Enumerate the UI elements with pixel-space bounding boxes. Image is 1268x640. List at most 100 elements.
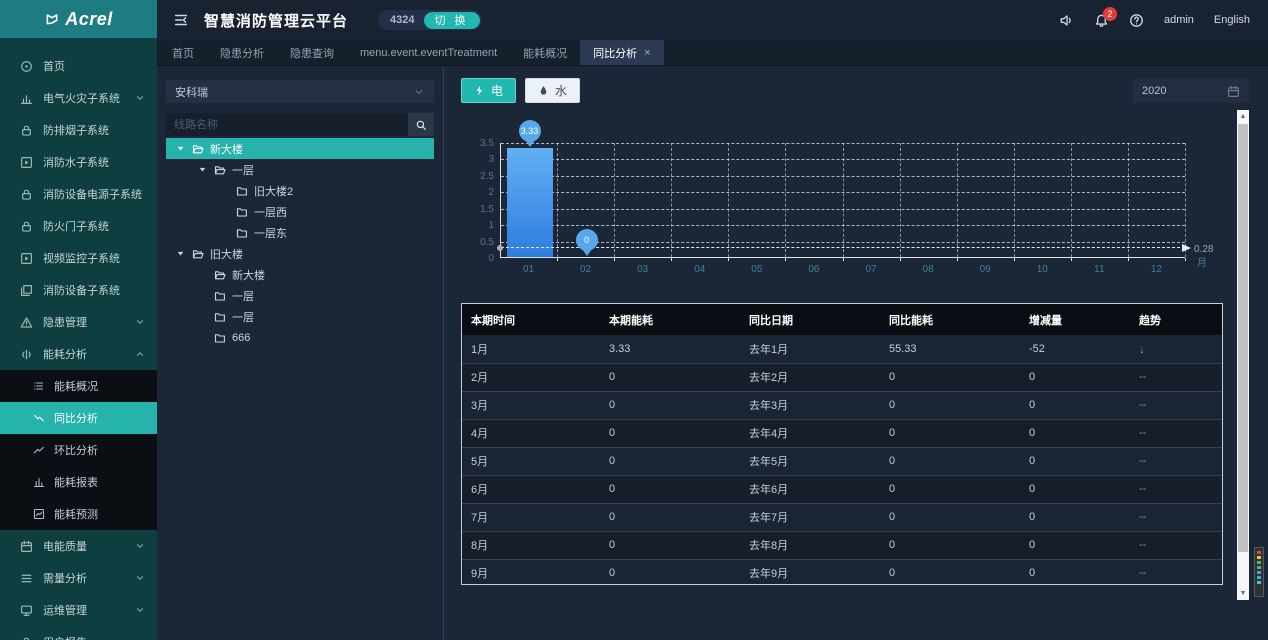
tree-node-label: 旧大楼2 (254, 183, 293, 199)
tree-node[interactable]: 新大楼 (166, 138, 434, 159)
trend-flat-text: -- (1139, 427, 1146, 439)
switch-project-button[interactable]: 切 换 (424, 12, 480, 29)
table-cell: 0 (1020, 419, 1130, 447)
year-picker[interactable]: 2020 (1133, 79, 1249, 103)
sidebar-subitem-yoy-analysis[interactable]: 同比分析 (0, 402, 157, 434)
caret-down-icon[interactable] (176, 249, 186, 258)
folder-closed-icon (214, 332, 226, 344)
tree-node[interactable]: 旧大楼 (166, 243, 434, 264)
speaker-icon[interactable] (1059, 13, 1074, 28)
sidebar-item-energy-analysis[interactable]: 能耗分析 (0, 338, 157, 370)
sidebar-subitem-label: 同比分析 (54, 410, 98, 426)
sidebar-item-home[interactable]: 首页 (0, 50, 157, 82)
x-tick-mark (1014, 258, 1015, 261)
tree-node[interactable]: 一层西 (166, 201, 434, 222)
y-tick-label: 3 (462, 154, 494, 165)
sidebar-subitem-energy-overview[interactable]: 能耗概况 (0, 370, 157, 402)
tree-node[interactable]: 一层 (166, 285, 434, 306)
tab-yoy-analysis[interactable]: 同比分析× (580, 40, 663, 65)
electric-toggle-button[interactable]: 电 (461, 78, 516, 103)
table-row: 6月0去年6月00-- (462, 475, 1222, 503)
sidebar-subitem-mom-analysis[interactable]: 环比分析 (0, 434, 157, 466)
scroll-down-button[interactable]: ▼ (1237, 587, 1249, 600)
tab-energy-overview[interactable]: 能耗概况 (510, 40, 580, 65)
tree-node[interactable]: 666 (166, 327, 434, 348)
lock-icon (20, 636, 33, 640)
menu-fold-icon[interactable] (173, 12, 189, 28)
sidebar-item-fire-equipment-subsystem[interactable]: 消防设备子系统 (0, 274, 157, 306)
sidebar-item-power-quality[interactable]: 电能质量 (0, 530, 157, 562)
sidebar-item-operation-management[interactable]: 运维管理 (0, 594, 157, 626)
table-header-row: 本期时间本期能耗同比日期同比能耗增减量趋势 (462, 304, 1222, 335)
tree-node[interactable]: 一层 (166, 159, 434, 180)
search-button[interactable] (408, 113, 434, 136)
table-cell: ↓ (1130, 335, 1222, 363)
tab-close-icon[interactable]: × (644, 47, 650, 59)
x-tick-mark (614, 258, 615, 261)
tab-event-treatment[interactable]: menu.event.eventTreatment (347, 40, 510, 65)
electric-label: 电 (491, 82, 503, 99)
user-menu[interactable]: admin (1164, 14, 1194, 26)
sidebar-item-hazard-management[interactable]: 隐患管理 (0, 306, 157, 338)
chevron-down-icon (135, 93, 145, 103)
caret-down-icon[interactable] (198, 165, 208, 174)
y-tick-label: 2 (462, 187, 494, 198)
table-cell: 0 (880, 559, 1020, 585)
tree-node[interactable]: 一层 (166, 306, 434, 327)
table-cell: 0 (1020, 363, 1130, 391)
language-switcher[interactable]: English (1214, 14, 1250, 26)
tab-hazard-query[interactable]: 隐患查询 (277, 40, 347, 65)
notifications-bell[interactable]: 2 (1094, 13, 1109, 28)
table-cell: 去年6月 (740, 475, 880, 503)
search-input[interactable] (166, 113, 408, 136)
acrel-logo-icon (44, 11, 60, 27)
tree-node[interactable]: 一层东 (166, 222, 434, 243)
x-tick-label: 10 (1014, 264, 1071, 275)
table-cell: 6月 (462, 475, 600, 503)
scroll-up-button[interactable]: ▲ (1237, 110, 1249, 123)
company-select[interactable]: 安科瑞 (166, 80, 434, 103)
sidebar-item-electrical-fire-subsystem[interactable]: 电气火灾子系统 (0, 82, 157, 114)
water-toggle-button[interactable]: 水 (525, 78, 580, 103)
sidebar-item-video-monitoring-subsystem[interactable]: 视频监控子系统 (0, 242, 157, 274)
bar-icon (33, 476, 45, 488)
y-tick-label: 3.5 (462, 138, 494, 149)
year-value: 2020 (1142, 85, 1166, 97)
scrollbar-thumb[interactable] (1238, 124, 1248, 552)
sidebar-item-fire-door-subsystem[interactable]: 防火门子系统 (0, 210, 157, 242)
trend-down-arrow-icon: ↓ (1139, 342, 1145, 356)
tree-node[interactable]: 旧大楼2 (166, 180, 434, 201)
gridline-v (1128, 143, 1129, 257)
table-cell: -- (1130, 531, 1222, 559)
folder-closed-icon (236, 206, 248, 218)
sidebar-subitem-energy-report[interactable]: 能耗报表 (0, 466, 157, 498)
chevron-down-icon (135, 317, 145, 327)
x-tick-label: 01 (500, 264, 557, 275)
table-cell: 0 (600, 503, 740, 531)
caret-down-icon[interactable] (176, 144, 186, 153)
sidebar-item-demand-analysis[interactable]: 需量分析 (0, 562, 157, 594)
sidebar-item-label: 能耗分析 (43, 346, 87, 362)
sidebar-menu: 首页电气火灾子系统防排烟子系统消防水子系统消防设备电源子系统防火门子系统视频监控… (0, 38, 157, 640)
table-cell: 去年8月 (740, 531, 880, 559)
tab-home[interactable]: 首页 (159, 40, 207, 65)
table-cell: -- (1130, 363, 1222, 391)
vertical-scrollbar[interactable]: ▲ ▼ (1237, 110, 1249, 600)
sidebar-item-smoke-extraction-subsystem[interactable]: 防排烟子系统 (0, 114, 157, 146)
tab-hazard-analysis[interactable]: 隐患分析 (207, 40, 277, 65)
table-cell: 0 (600, 447, 740, 475)
average-line-start-dot (497, 245, 503, 251)
sidebar-item-fire-water-subsystem[interactable]: 消防水子系统 (0, 146, 157, 178)
x-tick-label: 09 (957, 264, 1014, 275)
warning-icon (20, 316, 33, 329)
gridline-v (557, 143, 558, 257)
lightning-icon (474, 84, 485, 97)
sidebar-item-user-report[interactable]: 用户报告 (0, 626, 157, 640)
sidebar-item-fire-equipment-power-subsystem[interactable]: 消防设备电源子系统 (0, 178, 157, 210)
table-cell: 0 (600, 475, 740, 503)
x-tick-mark (1185, 258, 1186, 261)
sidebar-subitem-energy-forecast[interactable]: 能耗预测 (0, 498, 157, 530)
tree-node[interactable]: 新大楼 (166, 264, 434, 285)
sidebar-subitem-label: 能耗概况 (54, 378, 98, 394)
help-icon[interactable] (1129, 13, 1144, 28)
